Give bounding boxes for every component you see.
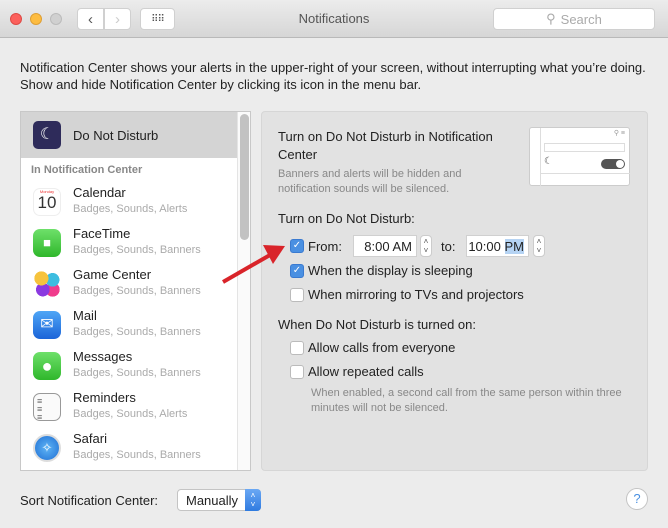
from-time-field[interactable]: 8:00 AM: [353, 235, 417, 257]
sort-label: Sort Notification Center:: [20, 493, 159, 508]
to-label: to:: [441, 239, 456, 254]
app-list[interactable]: ☾ Do Not Disturb In Notification Center …: [20, 111, 251, 471]
item-name: Calendar: [73, 185, 126, 200]
allow-repeated-label: Allow repeated calls: [308, 364, 424, 379]
item-subtitle: Badges, Sounds, Alerts: [73, 408, 188, 420]
item-subtitle: Badges, Sounds, Banners: [73, 285, 201, 297]
from-time-stepper[interactable]: ˄ ˅: [420, 235, 432, 257]
game-center-icon: [33, 270, 61, 298]
sidebar-item-label: Do Not Disturb: [73, 127, 159, 143]
preview-search-icon: ⚲ ≡: [613, 130, 625, 137]
settings-panel: Turn on Do Not Disturb in Notification C…: [261, 111, 648, 471]
list-item[interactable]: ■ FaceTime Badges, Sounds, Banners: [21, 225, 237, 266]
chevron-updown-icon: ˄ ˅: [245, 489, 261, 511]
allow-everyone-checkbox[interactable]: [290, 341, 304, 355]
sidebar-item-do-not-disturb[interactable]: ☾ Do Not Disturb: [21, 112, 237, 158]
panel-heading: Turn on Do Not Disturb in Notification C…: [278, 129, 493, 162]
list-item[interactable]: Game Center Badges, Sounds, Banners: [21, 266, 237, 307]
list-item[interactable]: ≡ ≡ ≡ Reminders Badges, Sounds, Alerts: [21, 389, 237, 430]
item-subtitle: Badges, Sounds, Banners: [73, 326, 201, 338]
intro-text: Notification Center shows your alerts in…: [20, 60, 646, 92]
item-name: Game Center: [73, 267, 152, 282]
reminders-icon: ≡ ≡ ≡: [33, 393, 61, 422]
item-subtitle: Badges, Sounds, Banners: [73, 449, 201, 461]
item-name: Mail: [73, 308, 97, 323]
allow-repeated-checkbox[interactable]: [290, 365, 304, 379]
list-item[interactable]: Monday 10 Calendar Badges, Sounds, Alerts: [21, 184, 237, 225]
help-button[interactable]: ?: [626, 488, 648, 510]
item-name: Safari: [73, 431, 107, 446]
mail-icon: ✉: [33, 311, 61, 339]
calendar-icon: Monday 10: [33, 188, 61, 216]
title-bar: ‹ › ⠿⠿ Notifications ⚲ Search: [0, 0, 668, 38]
sort-value: Manually: [186, 493, 239, 508]
to-ampm-selected: PM: [504, 239, 524, 254]
item-name: Reminders: [73, 390, 136, 405]
when-on-label: When Do Not Disturb is turned on:: [278, 317, 476, 332]
item-name: FaceTime: [73, 226, 131, 241]
list-item[interactable]: ✧ Safari Badges, Sounds, Banners: [21, 430, 237, 470]
list-item[interactable]: ● Messages Badges, Sounds, Banners: [21, 348, 237, 389]
display-sleeping-label: When the display is sleeping: [308, 263, 473, 278]
search-placeholder: Search: [560, 11, 602, 27]
panel-heading-desc: Banners and alerts will be hidden and no…: [278, 168, 462, 195]
section-header: In Notification Center: [31, 164, 143, 176]
preview-toggle-icon: [601, 159, 625, 169]
item-name: Messages: [73, 349, 133, 364]
notification-center-preview: ⚲ ≡ ☾: [529, 127, 630, 186]
messages-icon: ●: [33, 352, 61, 380]
search-icon: ⚲: [546, 11, 556, 26]
facetime-icon: ■: [33, 229, 61, 257]
scrollbar-thumb[interactable]: [240, 114, 249, 240]
sort-popup[interactable]: Manually ˄ ˅: [177, 489, 261, 511]
allow-everyone-label: Allow calls from everyone: [308, 340, 456, 355]
item-subtitle: Badges, Sounds, Alerts: [73, 203, 188, 215]
to-time-field[interactable]: 10:00 PM: [466, 235, 529, 257]
item-subtitle: Badges, Sounds, Banners: [73, 367, 201, 379]
repeated-calls-note: When enabled, a second call from the sam…: [311, 387, 622, 414]
search-input[interactable]: ⚲ Search: [493, 8, 655, 30]
to-time-stepper[interactable]: ˄ ˅: [533, 235, 545, 257]
from-label: From:: [308, 239, 342, 254]
red-arrow-annotation: [222, 245, 285, 284]
schedule-label: Turn on Do Not Disturb:: [278, 211, 415, 226]
scrollbar[interactable]: [237, 112, 250, 470]
item-subtitle: Badges, Sounds, Banners: [73, 244, 201, 256]
mirroring-label: When mirroring to TVs and projectors: [308, 287, 524, 302]
list-item[interactable]: ✉ Mail Badges, Sounds, Banners: [21, 307, 237, 348]
moon-icon: ☾: [33, 121, 61, 149]
mirroring-checkbox[interactable]: [290, 288, 304, 302]
preview-moon-icon: ☾: [544, 156, 553, 167]
safari-icon: ✧: [33, 434, 61, 462]
